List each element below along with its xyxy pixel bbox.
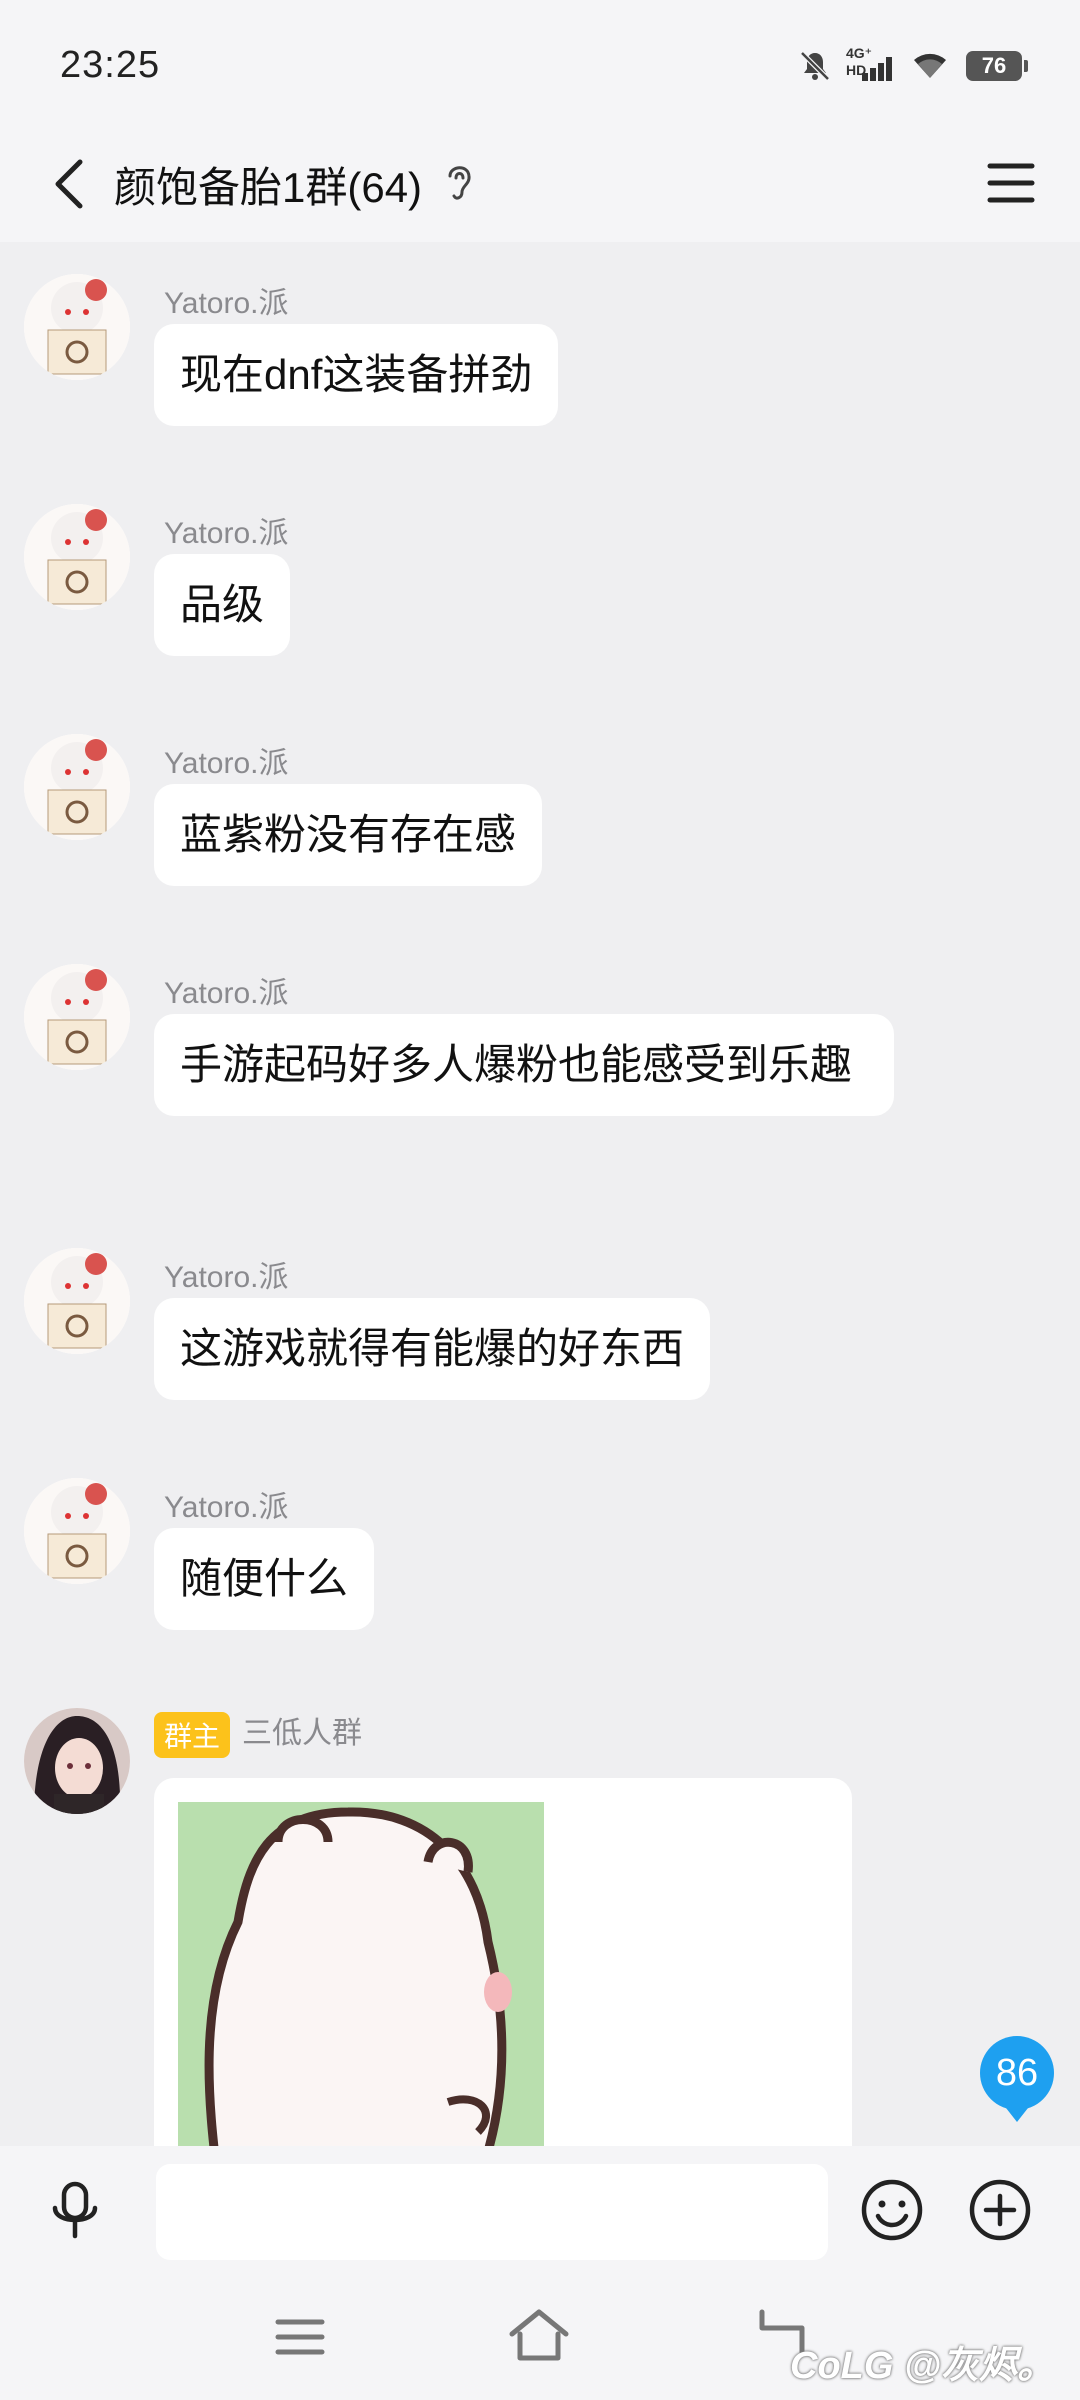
sender-name: Yatoro.派 [164, 747, 289, 780]
avatar[interactable] [24, 1708, 130, 1814]
status-bar: 23:25 4G⁺ HD 76 [0, 0, 1080, 132]
message-bubble[interactable]: 品级 [154, 554, 291, 656]
hamburger-menu-icon[interactable] [976, 148, 1046, 218]
unread-count-badge[interactable]: 86 [980, 2036, 1054, 2122]
sender-name: Yatoro.派 [164, 1261, 289, 1294]
chat-header: 颜饱备胎1群(64) [0, 132, 1080, 242]
avatar[interactable] [24, 1248, 130, 1354]
chevron-left-icon[interactable] [34, 144, 114, 224]
message-bubble[interactable]: 蓝紫粉没有存在感 [154, 784, 543, 886]
mute-bell-icon [800, 51, 830, 81]
microphone-icon[interactable] [40, 2176, 110, 2246]
message-bubble[interactable]: 现在dnf这装备拼劲 [154, 324, 559, 426]
wifi-icon [914, 53, 946, 78]
recent-apps-icon[interactable] [270, 2312, 330, 2362]
avatar[interactable] [24, 1478, 130, 1584]
sticker-image[interactable] [178, 1802, 544, 2146]
image-message-bubble[interactable] [154, 1778, 852, 2146]
battery-icon: 76 [966, 51, 1028, 81]
ear-icon[interactable] [442, 158, 476, 208]
avatar[interactable] [24, 504, 130, 610]
sender-name: Yatoro.派 [164, 287, 289, 320]
input-bar [0, 2146, 1080, 2276]
sender-name: Yatoro.派 [164, 1491, 289, 1524]
system-nav-bar: CoLG @灰烬。 [0, 2276, 1080, 2400]
cell-signal-icon: 4G⁺ HD [846, 45, 894, 83]
message-input[interactable] [156, 2164, 828, 2260]
sender-line: 群主 三低人群 [154, 1708, 363, 1759]
sender-name: 三低人群 [242, 1717, 363, 1750]
sender-name: Yatoro.派 [164, 977, 289, 1010]
group-title[interactable]: 颜饱备胎1群(64) [114, 154, 422, 215]
emoji-icon[interactable] [856, 2174, 928, 2246]
message-bubble[interactable]: 这游戏就得有能爆的好东西 [154, 1298, 711, 1400]
avatar[interactable] [24, 274, 130, 380]
message-list[interactable]: Yatoro.派 现在dnf这装备拼劲 Yatoro.派 品级 Yatoro.派… [0, 242, 1080, 2146]
watermark: CoLG @灰烬。 [790, 2345, 1056, 2387]
plus-circle-icon[interactable] [964, 2174, 1036, 2246]
avatar[interactable] [24, 964, 130, 1070]
status-icons: 4G⁺ HD 76 [798, 44, 1028, 88]
group-owner-badge: 群主 [154, 1712, 231, 1759]
message-bubble[interactable]: 随便什么 [154, 1528, 375, 1630]
home-icon[interactable] [506, 2304, 572, 2366]
sender-name: Yatoro.派 [164, 517, 289, 550]
avatar[interactable] [24, 734, 130, 840]
status-time: 23:25 [60, 44, 161, 86]
message-bubble[interactable]: 手游起码好多人爆粉也能感受到乐趣 [154, 1014, 894, 1116]
